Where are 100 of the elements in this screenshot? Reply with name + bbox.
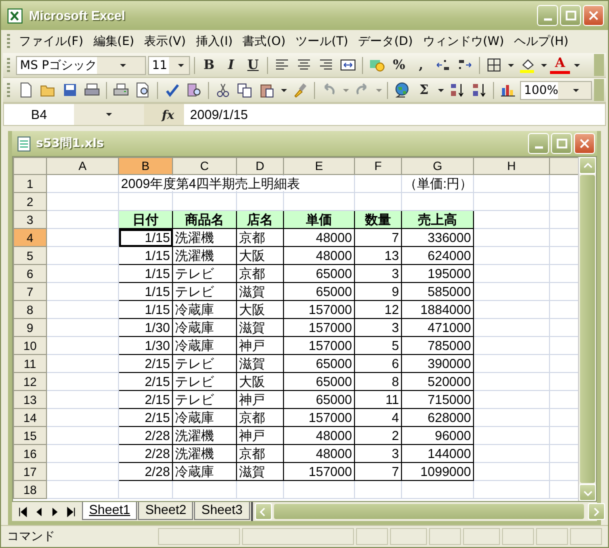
table-cell[interactable]: 滋賀: [236, 354, 284, 372]
row-header[interactable]: 11: [14, 354, 46, 372]
table-cell[interactable]: 冷蔵庫: [172, 300, 236, 318]
table-cell[interactable]: 京都: [236, 444, 284, 462]
menu-item[interactable]: 書式(O): [238, 31, 291, 52]
row-header[interactable]: 1: [14, 174, 46, 192]
table-cell[interactable]: 大阪: [236, 246, 284, 264]
row-header[interactable]: 16: [14, 444, 46, 462]
table-cell[interactable]: 2/28: [118, 444, 172, 462]
menu-item[interactable]: ウィンドウ(W): [418, 31, 510, 52]
menu-item[interactable]: データ(D): [353, 31, 418, 52]
row-header[interactable]: 7: [14, 282, 46, 300]
close-button[interactable]: [583, 5, 604, 26]
menu-item[interactable]: 表示(V): [139, 31, 191, 52]
table-cell[interactable]: テレビ: [172, 282, 236, 300]
table-cell[interactable]: 1884000: [402, 300, 474, 318]
table-cell[interactable]: 65000: [284, 354, 354, 372]
table-cell[interactable]: 2/15: [118, 354, 172, 372]
menu-item[interactable]: ヘルプ(H): [509, 31, 574, 52]
table-cell[interactable]: 京都: [236, 264, 284, 282]
table-cell[interactable]: 2/15: [118, 408, 172, 426]
column-header[interactable]: G: [402, 158, 474, 174]
row-header[interactable]: 2: [14, 192, 46, 210]
table-cell[interactable]: 京都: [236, 228, 284, 246]
scroll-thumb[interactable]: [580, 175, 595, 483]
table-cell[interactable]: 冷蔵庫: [172, 318, 236, 336]
percent-button[interactable]: %: [389, 55, 409, 75]
table-cell[interactable]: 65000: [284, 372, 354, 390]
maximize-button[interactable]: [560, 5, 581, 26]
zoom-dropdown[interactable]: 100%: [520, 80, 592, 100]
table-cell[interactable]: 13: [354, 246, 402, 264]
table-cell[interactable]: 157000: [284, 300, 354, 318]
row-header[interactable]: 14: [14, 408, 46, 426]
table-cell[interactable]: 48000: [284, 426, 354, 444]
table-cell[interactable]: 715000: [402, 390, 474, 408]
table-cell[interactable]: 48000: [284, 246, 354, 264]
horizontal-scrollbar[interactable]: [250, 502, 607, 521]
column-heading[interactable]: 商品名: [172, 210, 236, 228]
table-cell[interactable]: 157000: [284, 408, 354, 426]
last-sheet-button[interactable]: [64, 504, 78, 518]
table-cell[interactable]: 神戸: [236, 426, 284, 444]
row-header[interactable]: 6: [14, 264, 46, 282]
table-cell[interactable]: 1/30: [118, 318, 172, 336]
table-cell[interactable]: 大阪: [236, 372, 284, 390]
table-cell[interactable]: 冷蔵庫: [172, 408, 236, 426]
table-cell[interactable]: 大阪: [236, 300, 284, 318]
table-cell[interactable]: 390000: [402, 354, 474, 372]
column-heading[interactable]: 店名: [236, 210, 284, 228]
table-cell[interactable]: 624000: [402, 246, 474, 264]
table-cell[interactable]: 7: [354, 228, 402, 246]
column-header[interactable]: F: [354, 158, 402, 174]
column-heading[interactable]: 日付: [118, 210, 172, 228]
table-cell[interactable]: 520000: [402, 372, 474, 390]
column-header[interactable]: C: [172, 158, 236, 174]
sheet-tab[interactable]: Sheet1: [82, 502, 138, 520]
table-cell[interactable]: 冷蔵庫: [172, 462, 236, 480]
underline-button[interactable]: U: [243, 55, 263, 75]
column-header[interactable]: E: [284, 158, 354, 174]
sheet-tab[interactable]: Sheet2: [138, 502, 194, 520]
table-cell[interactable]: 195000: [402, 264, 474, 282]
row-header[interactable]: 4: [14, 228, 46, 246]
vertical-scrollbar[interactable]: [578, 157, 596, 501]
table-cell[interactable]: 2: [354, 426, 402, 444]
menu-item[interactable]: ツール(T): [290, 31, 354, 52]
table-cell[interactable]: 11: [354, 390, 402, 408]
table-cell[interactable]: 1099000: [402, 462, 474, 480]
table-cell[interactable]: 157000: [284, 462, 354, 480]
table-cell[interactable]: テレビ: [172, 264, 236, 282]
italic-button[interactable]: I: [221, 55, 241, 75]
column-header[interactable]: A: [46, 158, 118, 174]
table-cell[interactable]: 471000: [402, 318, 474, 336]
table-cell[interactable]: 滋賀: [236, 318, 284, 336]
row-header[interactable]: 5: [14, 246, 46, 264]
column-header[interactable]: H: [474, 158, 550, 174]
maximize-button[interactable]: [551, 133, 572, 154]
table-cell[interactable]: 1/15: [118, 282, 172, 300]
autosum-button[interactable]: Σ: [414, 80, 434, 100]
first-sheet-button[interactable]: [16, 504, 30, 518]
column-heading[interactable]: 数量: [354, 210, 402, 228]
table-cell[interactable]: 1/15: [118, 228, 172, 246]
row-header[interactable]: 8: [14, 300, 46, 318]
minimize-button[interactable]: [537, 5, 558, 26]
table-cell[interactable]: 3: [354, 444, 402, 462]
close-button[interactable]: [574, 133, 595, 154]
table-cell[interactable]: テレビ: [172, 390, 236, 408]
table-cell[interactable]: 12: [354, 300, 402, 318]
column-heading[interactable]: 売上高: [402, 210, 474, 228]
table-cell[interactable]: 785000: [402, 336, 474, 354]
table-cell[interactable]: 48000: [284, 228, 354, 246]
comma-button[interactable]: ,: [411, 55, 431, 75]
table-cell[interactable]: 冷蔵庫: [172, 336, 236, 354]
row-header[interactable]: 17: [14, 462, 46, 480]
table-cell[interactable]: 7: [354, 462, 402, 480]
row-header[interactable]: 3: [14, 210, 46, 228]
table-cell[interactable]: 洗濯機: [172, 246, 236, 264]
table-cell[interactable]: 96000: [402, 426, 474, 444]
row-header[interactable]: 13: [14, 390, 46, 408]
row-header[interactable]: 10: [14, 336, 46, 354]
table-cell[interactable]: 1/15: [118, 300, 172, 318]
table-cell[interactable]: 2/15: [118, 372, 172, 390]
